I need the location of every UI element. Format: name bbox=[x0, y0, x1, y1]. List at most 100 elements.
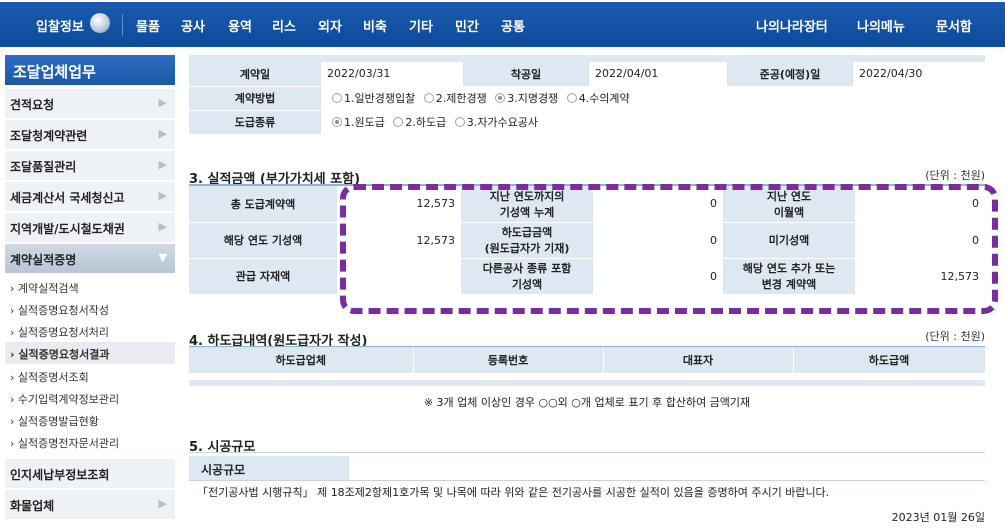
main-content: 계약일 2022/03/31 착공일 2022/04/01 준공(예정)일 20… bbox=[187, 47, 1005, 528]
sidebar-subitem[interactable]: › 계약실적검색 bbox=[5, 276, 175, 298]
sidebar-subitem[interactable]: › 실적증명발급현황 bbox=[5, 409, 175, 431]
radio-button[interactable] bbox=[566, 93, 577, 103]
contract-type-options: 1.원도급 2.하도급 3.자가수요공사 bbox=[321, 110, 985, 135]
nav-item-service[interactable]: 용역 bbox=[228, 16, 252, 35]
nav-brand[interactable]: 입찰정보 bbox=[36, 16, 84, 35]
nav-item-construction[interactable]: 공사 bbox=[181, 16, 205, 35]
nav-divider bbox=[122, 14, 123, 36]
subcontract-table: 하도급업체 등록번호 대표자 하도급액 bbox=[189, 347, 986, 373]
chevron-right-icon: ▶ bbox=[158, 127, 167, 140]
radio-button[interactable] bbox=[332, 93, 342, 103]
header-strip bbox=[189, 55, 985, 62]
end-date-value: 2022/04/30 bbox=[853, 62, 985, 87]
sidebar-item-label: 지역개발/도시철도채권 bbox=[10, 222, 125, 236]
subcontract-empty-row bbox=[189, 380, 985, 386]
sidebar-item-tax-invoice[interactable]: 세금계산서 국세청신고 ▶ bbox=[5, 182, 175, 212]
chevron-down-icon: ▼ bbox=[158, 251, 167, 264]
total-contract-value: 12,573 bbox=[337, 186, 461, 223]
current-progress-value: 12,573 bbox=[337, 222, 461, 259]
govt-material-label: 관급 자재액 bbox=[189, 258, 337, 295]
sidebar-subitem[interactable]: › 실적증명서조회 bbox=[5, 365, 175, 387]
current-progress-label: 해당 연도 기성액 bbox=[189, 222, 337, 259]
contract-method-label: 계약방법 bbox=[189, 86, 321, 111]
sidebar-item-label: 화물업체 bbox=[10, 499, 55, 513]
construction-scale-label: 시공규모 bbox=[189, 456, 349, 480]
subcontract-amount-label: 하도급금액 (원도급자가 기재) bbox=[461, 222, 593, 259]
nav-item-goods[interactable]: 물품 bbox=[136, 16, 160, 35]
issue-date: 2023년 01월 26일 bbox=[891, 511, 985, 524]
govt-material-value bbox=[337, 258, 461, 295]
chevron-right-icon: ▶ bbox=[158, 220, 167, 233]
col-registration-no: 등록번호 bbox=[413, 347, 604, 373]
sidebar-item-freight[interactable]: 화물업체 ▶ bbox=[5, 490, 175, 520]
chevron-right-icon: ▶ bbox=[158, 158, 167, 171]
carryover-value: 0 bbox=[855, 186, 985, 223]
carryover-label: 지난 연도 이월액 bbox=[723, 186, 855, 223]
sidebar-subitem[interactable]: › 실적증명요청서작성 bbox=[5, 298, 175, 320]
nav-item-foreign[interactable]: 외자 bbox=[318, 16, 342, 35]
radio-button[interactable] bbox=[423, 93, 434, 103]
section-4-unit: (단위 : 천원) bbox=[925, 330, 985, 343]
chevron-right-icon: ▶ bbox=[158, 497, 167, 510]
sidebar-item-stamp-tax[interactable]: 인지세납부정보조회 bbox=[5, 459, 175, 489]
section-5-rule bbox=[189, 452, 985, 453]
section-3-unit: (단위 : 천원) bbox=[925, 169, 985, 182]
sidebar-item-bonds[interactable]: 지역개발/도시철도채권 ▶ bbox=[5, 213, 175, 243]
contract-method-options: 1.일반경쟁입찰 2.제한경쟁 3.지명경쟁 4.수의계약 bbox=[321, 86, 985, 111]
subcontract-amount-value: 0 bbox=[593, 222, 723, 259]
prior-progress-value: 0 bbox=[593, 186, 723, 223]
nav-my-market[interactable]: 나의나라장터 bbox=[756, 16, 828, 35]
start-date-value: 2022/04/01 bbox=[589, 62, 727, 87]
radio-button-selected[interactable] bbox=[495, 93, 506, 103]
sidebar-item-label: 계약실적증명 bbox=[10, 253, 77, 267]
other-work-label: 다른공사 종류 포함 기성액 bbox=[461, 258, 593, 295]
change-contract-value: 12,573 bbox=[855, 258, 985, 295]
sidebar-subitem[interactable]: › 수기입력계약정보관리 bbox=[5, 387, 175, 409]
sidebar-item-quality[interactable]: 조달품질관리 ▶ bbox=[5, 151, 175, 181]
sidebar-title: 조달업체업무 bbox=[5, 55, 175, 85]
sidebar-subitem-selected[interactable]: › 실적증명요청서결과 bbox=[5, 342, 175, 364]
nav-inbox[interactable]: 문서함 bbox=[936, 16, 972, 35]
total-contract-label: 총 도급계약액 bbox=[189, 186, 337, 223]
contract-date-value: 2022/03/31 bbox=[321, 62, 463, 87]
contract-date-label: 계약일 bbox=[189, 62, 321, 87]
unprogressed-label: 미기성액 bbox=[723, 222, 855, 259]
sidebar-subitem[interactable]: › 실적증명요청서처리 bbox=[5, 320, 175, 342]
nav-item-common[interactable]: 공통 bbox=[501, 16, 525, 35]
globe-icon bbox=[90, 13, 110, 33]
nav-item-lease[interactable]: 리스 bbox=[272, 16, 296, 35]
radio-button-selected[interactable] bbox=[332, 117, 342, 127]
sidebar-item-pps-contract[interactable]: 조달청계약관련 ▶ bbox=[5, 120, 175, 150]
certification-statement: 「전기공사법 시행규칙」 제 18조제2항제1호가목 및 나목에 따라 위와 같… bbox=[197, 486, 830, 499]
sidebar-item-label: 견적요청 bbox=[10, 98, 55, 112]
section-5-line bbox=[189, 480, 985, 481]
col-representative: 대표자 bbox=[603, 347, 794, 373]
unprogressed-value: 0 bbox=[855, 222, 985, 259]
sidebar-item-label: 인지세납부정보조회 bbox=[10, 468, 110, 482]
col-subcontractor: 하도급업체 bbox=[189, 347, 414, 373]
sidebar: 조달업체업무 견적요청 ▶ 조달청계약관련 ▶ 조달품질관리 ▶ 세금계산서 국세청신… bbox=[0, 47, 175, 528]
sidebar-item-label: 조달청계약관련 bbox=[10, 129, 88, 143]
sidebar-subitem[interactable]: › 실적증명전자문서관리 bbox=[5, 431, 175, 453]
nav-my-menu[interactable]: 나의메뉴 bbox=[857, 16, 905, 35]
top-navigation-bar: 입찰정보 물품 공사 용역 리스 외자 비축 기타 민간 공통 나의나라장터 나… bbox=[0, 0, 1005, 47]
col-subcontract-amount: 하도급액 bbox=[793, 347, 986, 373]
sidebar-item-quote-request[interactable]: 견적요청 ▶ bbox=[5, 89, 175, 119]
amount-table: 총 도급계약액 12,573 지난 연도까지의 기성액 누계 0 지난 연도 이월액… bbox=[189, 186, 985, 295]
sidebar-item-performance-cert[interactable]: 계약실적증명 ▼ bbox=[5, 244, 175, 274]
prior-progress-label: 지난 연도까지의 기성액 누계 bbox=[461, 186, 593, 223]
end-date-label: 준공(예정)일 bbox=[727, 62, 853, 87]
contract-type-label: 도급종류 bbox=[189, 110, 321, 135]
other-work-value: 0 bbox=[593, 258, 723, 295]
chevron-right-icon: ▶ bbox=[158, 96, 167, 109]
radio-button[interactable] bbox=[454, 117, 465, 127]
sidebar-item-label: 조달품질관리 bbox=[10, 160, 77, 174]
sidebar-item-label: 세금계산서 국세청신고 bbox=[10, 191, 125, 205]
subcontract-note: ※ 3개 업체 이상인 경우 ○○외 ○개 업체로 표기 후 합산하여 금액기재 bbox=[423, 396, 751, 409]
nav-item-other[interactable]: 기타 bbox=[409, 16, 433, 35]
radio-button[interactable] bbox=[393, 117, 404, 127]
start-date-label: 착공일 bbox=[463, 62, 589, 87]
nav-item-stockpile[interactable]: 비축 bbox=[363, 16, 387, 35]
chevron-right-icon: ▶ bbox=[158, 189, 167, 202]
nav-item-private[interactable]: 민간 bbox=[455, 16, 479, 35]
